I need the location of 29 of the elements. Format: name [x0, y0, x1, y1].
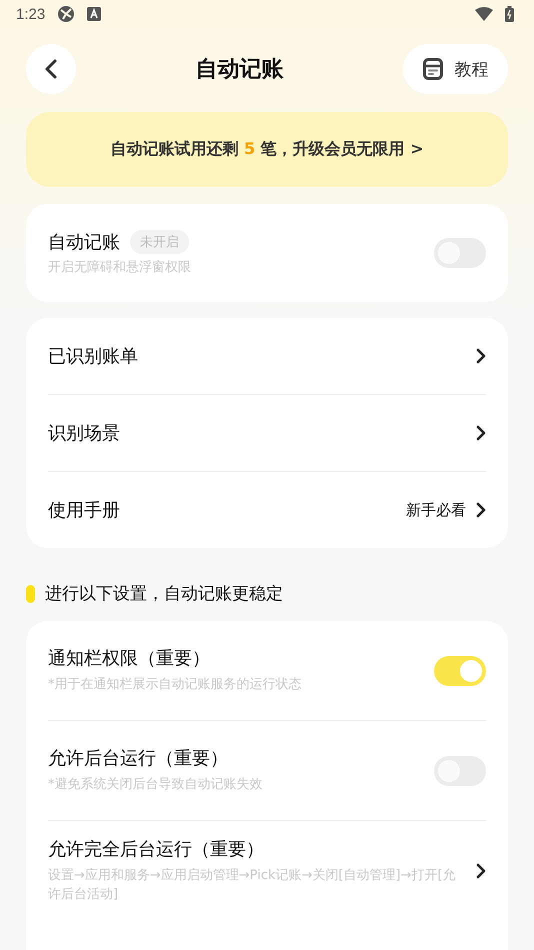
chevron-icon[interactable] [476, 862, 486, 878]
setting-title: 通知栏权限（重要） [48, 647, 211, 670]
chevron-icon [476, 348, 486, 364]
tutorial-button[interactable]: 教程 [403, 44, 508, 94]
menu-label: 使用手册 [48, 499, 120, 522]
page-title: 自动记账 [196, 56, 284, 84]
setting-title: 允许后台运行（重要） [48, 747, 229, 770]
banner-text: 自动记账试用还剩 5 笔，升级会员无限用 > [110, 139, 424, 160]
auto-title: 自动记账 [48, 231, 120, 254]
text-icon [87, 7, 102, 21]
upgrade-banner[interactable]: 自动记账试用还剩 5 笔，升级会员无限用 > [26, 112, 508, 187]
menu-hint: 新手必看 [406, 500, 466, 520]
back-button[interactable] [26, 44, 76, 94]
menu-item[interactable]: 识别场景 [48, 395, 486, 471]
chevron-icon [476, 502, 486, 518]
chevron-icon [476, 425, 486, 441]
section-marker [26, 584, 35, 602]
menu-item[interactable]: 已识别账单 [48, 318, 486, 394]
setting-title: 允许完全后台运行（重要） [48, 838, 265, 861]
wifi-icon [475, 7, 493, 21]
menu-label: 已识别账单 [48, 345, 138, 368]
status-time: 1:23 [16, 6, 46, 22]
toggle-switch[interactable] [434, 656, 486, 686]
menu-item[interactable]: 使用手册 新手必看 [48, 472, 486, 548]
back-icon [44, 58, 58, 80]
section-title: 进行以下设置，自动记账更稳定 [45, 583, 283, 605]
notebook-icon [422, 58, 442, 80]
battery-icon [505, 6, 514, 22]
menu-label: 识别场景 [48, 422, 120, 445]
